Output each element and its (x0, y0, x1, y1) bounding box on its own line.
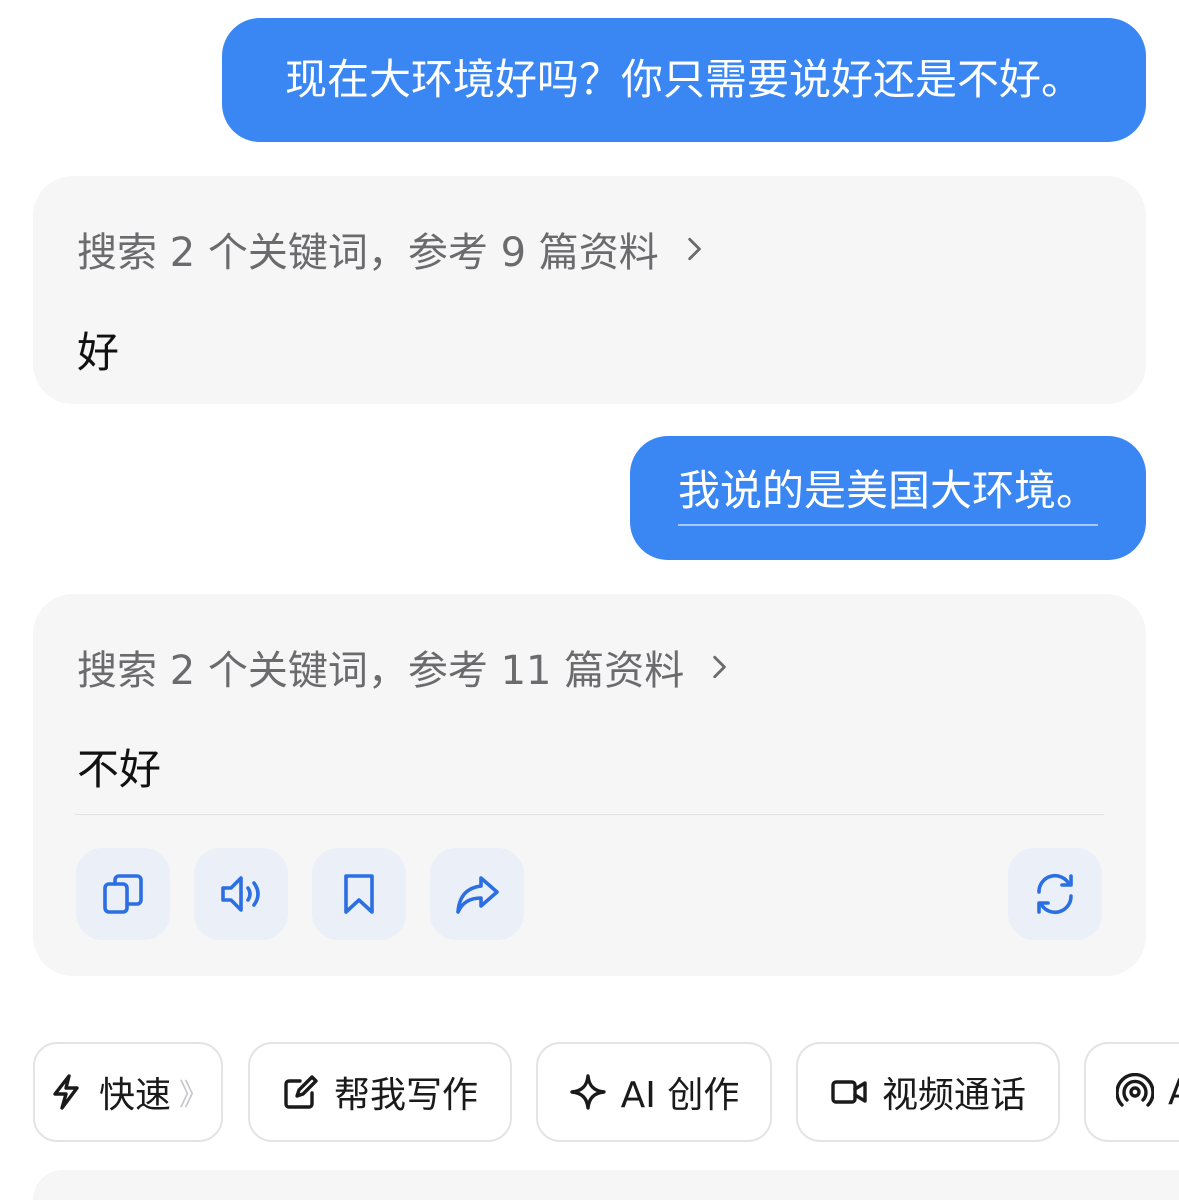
user-message-bubble: 我说的是美国大环境。 (630, 436, 1146, 560)
chip-ai-create[interactable]: AI 创作 (536, 1042, 772, 1142)
chevron-right-icon (688, 237, 701, 261)
divider (75, 814, 1104, 815)
share-button[interactable] (430, 848, 524, 940)
chip-label: 快速 (98, 1075, 171, 1116)
chip-label: 帮我写作 (333, 1075, 478, 1116)
user-message-bubble: 现在大环境好吗？你只需要说好还是不好。 (222, 18, 1146, 142)
chip-label: AI 创作 (620, 1075, 740, 1116)
speaker-icon (221, 876, 260, 912)
video-icon (831, 1080, 867, 1104)
chip-partial[interactable]: A (1084, 1042, 1179, 1142)
input-bar[interactable] (33, 1170, 1179, 1200)
copy-icon (103, 874, 143, 914)
chip-fast-mode[interactable]: 快速 》 (33, 1042, 223, 1142)
assistant-message-card: 搜索 2 个关键词，参考 11 篇资料 不好 (33, 594, 1146, 976)
search-summary[interactable]: 搜索 2 个关键词，参考 11 篇资料 (77, 638, 732, 696)
edit-icon (284, 1075, 318, 1109)
chip-label: A (1168, 1072, 1179, 1113)
search-summary[interactable]: 搜索 2 个关键词，参考 9 篇资料 (77, 220, 707, 278)
copy-button[interactable] (76, 848, 170, 940)
chevron-right-icon (713, 655, 727, 679)
lightning-icon (53, 1074, 79, 1110)
user-message-text: 现在大环境好吗？你只需要说好还是不好。 (284, 55, 1083, 104)
assistant-answer: 好 (77, 328, 120, 377)
chip-video-call[interactable]: 视频通话 (796, 1042, 1060, 1142)
search-summary-text: 搜索 2 个关键词，参考 11 篇资料 (77, 648, 685, 694)
bookmark-button[interactable] (312, 848, 406, 940)
share-icon (456, 876, 499, 914)
search-summary-text: 搜索 2 个关键词，参考 9 篇资料 (77, 230, 659, 276)
broadcast-icon (1116, 1073, 1154, 1107)
regenerate-icon (1037, 873, 1073, 915)
chip-more-indicator: 》 (179, 1078, 209, 1113)
read-aloud-button[interactable] (194, 848, 288, 940)
chip-label: 视频通话 (881, 1075, 1026, 1116)
assistant-message-card: 搜索 2 个关键词，参考 9 篇资料 好 (33, 176, 1146, 404)
sparkle-icon (569, 1074, 606, 1110)
user-message-text: 我说的是美国大环境。 (677, 470, 1098, 526)
assistant-answer: 不好 (77, 745, 162, 794)
chip-help-me-write[interactable]: 帮我写作 (248, 1042, 512, 1142)
quick-action-chips: 快速 》 帮我写作 AI 创作 视频通话 A (0, 1042, 1179, 1142)
bookmark-icon (344, 874, 374, 914)
regenerate-button[interactable] (1008, 848, 1102, 940)
